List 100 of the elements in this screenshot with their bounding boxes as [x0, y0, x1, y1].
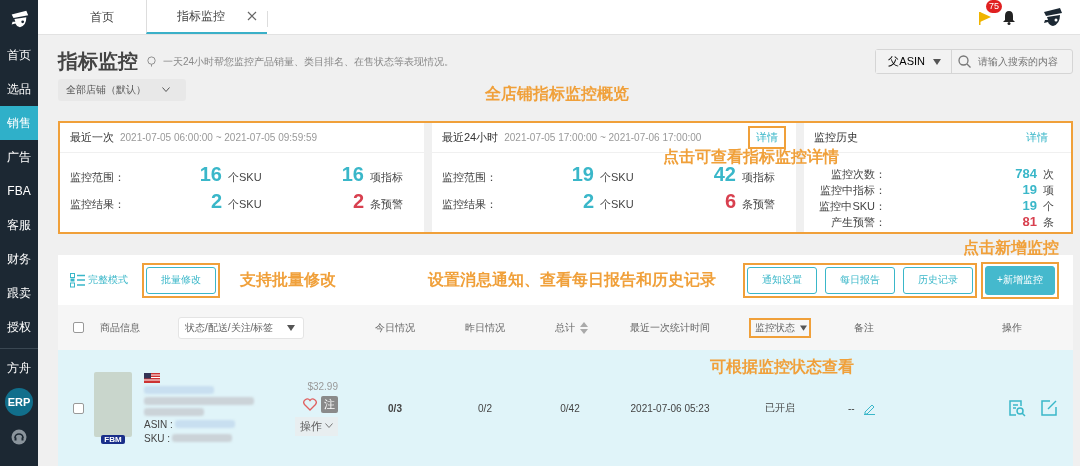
- erp-badge[interactable]: ERP: [5, 388, 33, 416]
- edit-icon[interactable]: [1040, 399, 1058, 417]
- stat-unit: 个SKU: [600, 170, 635, 185]
- stat-value: 2: [209, 190, 222, 213]
- annotation-text: 全店铺指标监控概览: [485, 84, 629, 104]
- annotation-text: 设置消息通知、查看每日报告和历史记录: [428, 269, 716, 290]
- column-header[interactable]: 总计: [552, 320, 577, 335]
- stat-value: 16: [198, 163, 222, 186]
- column-header: 备注: [853, 320, 875, 335]
- stat-unit: 条预警: [742, 197, 776, 212]
- sidebar-item[interactable]: 首页: [0, 38, 38, 72]
- table-cell-text: 2021-07-06 05:23: [629, 402, 711, 414]
- scope-dropdown[interactable]: 父ASIN: [876, 50, 952, 73]
- table-cell-text: 已开启: [764, 401, 796, 415]
- blurred-text: [174, 420, 235, 428]
- sidebar-item[interactable]: 方舟: [0, 351, 38, 385]
- stat-unit: 个SKU: [228, 170, 263, 185]
- stat-unit: 条预警: [370, 197, 404, 212]
- sidebar-item[interactable]: 财务: [0, 242, 38, 276]
- document-search-icon[interactable]: [1008, 399, 1026, 417]
- search-icon: [958, 55, 971, 68]
- headset-icon[interactable]: [11, 429, 27, 445]
- column-header: 商品信息: [100, 320, 140, 335]
- stat-value: 2: [581, 190, 594, 213]
- annotation-text: 点击新增监控: [963, 238, 1059, 258]
- annotation-text: 支持批量修改: [240, 269, 336, 290]
- annotation-text: 可根据监控状态查看: [710, 357, 854, 377]
- stat-value: 19: [570, 163, 594, 186]
- close-icon[interactable]: [247, 11, 257, 21]
- stat-value: 19: [1021, 198, 1037, 214]
- stat-label: 产生预警：: [830, 215, 886, 230]
- chevron-icon: [162, 87, 170, 93]
- column-header: 操作: [1000, 320, 1023, 335]
- table-cell-text: 0/2: [477, 402, 493, 414]
- stat-value: 784: [1014, 166, 1037, 182]
- sidebar-item[interactable]: 跟卖: [0, 276, 38, 310]
- stat-unit: 项: [1043, 183, 1055, 198]
- search-field[interactable]: 父ASIN 请输入搜索的内容: [875, 49, 1073, 74]
- sidebar-item[interactable]: 广告: [0, 140, 38, 174]
- blurred-text: [144, 407, 204, 416]
- blurred-text: [172, 434, 233, 442]
- stat-unit: 条: [1043, 215, 1055, 230]
- stat-unit: 项指标: [370, 170, 404, 185]
- actions-dropdown[interactable]: 操作: [295, 416, 338, 436]
- blurred-text: [144, 385, 214, 394]
- stat-value: 2: [351, 190, 364, 213]
- stat-label: 监控范围：: [442, 170, 498, 185]
- caret-icon[interactable]: [800, 324, 807, 331]
- notification-count: 75: [986, 0, 1002, 13]
- stat-unit: 次: [1043, 167, 1055, 182]
- tab[interactable]: 指标监控: [146, 0, 267, 34]
- table-cell-text: 0/3: [387, 402, 403, 414]
- stat-label: 监控中指标：: [819, 183, 886, 198]
- annotation-text: 点击可查看指标监控详情: [663, 148, 839, 166]
- stat-value: 81: [1021, 214, 1037, 230]
- stat-label: 监控结果：: [70, 197, 126, 212]
- sidebar-item[interactable]: FBA: [0, 174, 38, 208]
- sidebar-item[interactable]: 选品: [0, 72, 38, 106]
- photo-placeholder: [94, 372, 132, 437]
- sort-icon[interactable]: [579, 321, 588, 334]
- id-label: ASIN :: [144, 418, 173, 430]
- stat-label: 监控中SKU：: [818, 199, 886, 214]
- caret-icon: [933, 58, 941, 65]
- caret-icon: [287, 324, 296, 331]
- column-header: 今日情况: [374, 320, 416, 335]
- column-header[interactable]: 监控状态: [753, 320, 797, 335]
- card-title: 最近一次: [70, 130, 114, 145]
- checkbox[interactable]: [72, 322, 84, 333]
- tab[interactable]: 首页: [90, 0, 146, 34]
- stat-unit: 项指标: [742, 170, 776, 185]
- store-dropdown[interactable]: 全部店铺（默认）: [58, 79, 186, 101]
- filter-dropdown[interactable]: 状态/配送/关注/标签: [178, 316, 305, 339]
- stat-value: 6: [723, 190, 736, 213]
- stat-value: 16: [340, 163, 364, 186]
- stat-label: 监控结果：: [442, 197, 498, 212]
- table-cell-text: 0/42: [559, 402, 581, 414]
- page-title: 指标监控: [58, 49, 138, 74]
- stat-value: 19: [1021, 182, 1037, 198]
- time-range: 2021-07-05 06:00:00 ~ 2021-07-05 09:59:59: [120, 132, 318, 143]
- price: $32.99: [307, 380, 338, 392]
- checkbox[interactable]: [72, 402, 84, 414]
- table-cell: --: [848, 402, 855, 414]
- id-label: SKU :: [144, 432, 171, 444]
- time-range: 2021-07-05 17:00:00 ~ 2021-07-06 17:00:00: [504, 132, 702, 143]
- sidebar-item[interactable]: 客服: [0, 208, 38, 242]
- column-header: 昨日情况: [464, 320, 506, 335]
- stat-unit: 个SKU: [600, 197, 635, 212]
- card-title: 监控历史: [814, 130, 858, 145]
- heart-icon[interactable]: [303, 397, 317, 411]
- fulfillment-badge: FBM: [101, 435, 125, 444]
- column-header: 最近一次统计时间: [629, 320, 711, 335]
- stat-label: 监控范围：: [70, 170, 126, 185]
- bell-icon[interactable]: [1002, 9, 1016, 25]
- note-badge: 注: [321, 395, 338, 413]
- card-title: 最近24小时: [442, 130, 499, 145]
- stat-unit: 个: [1043, 199, 1055, 214]
- sidebar-item[interactable]: 授权: [0, 310, 38, 344]
- list-view-icon: [70, 272, 85, 288]
- us-flag-icon: [144, 372, 160, 383]
- flag-icon[interactable]: [978, 11, 992, 25]
